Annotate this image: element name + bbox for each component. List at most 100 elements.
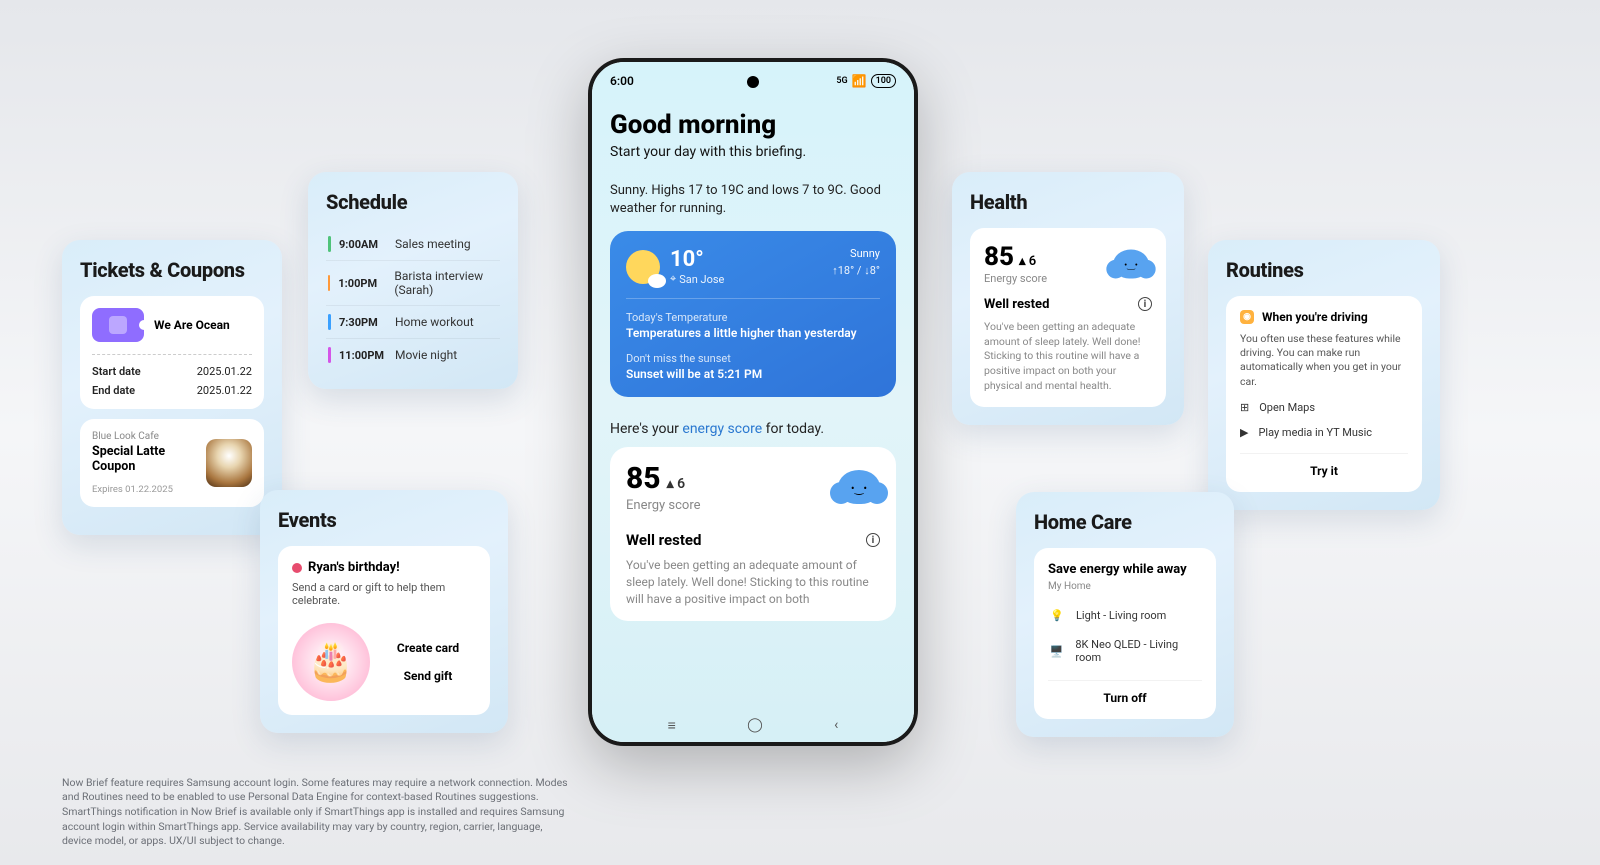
schedule-item[interactable]: 7:30PM Home workout <box>326 306 500 339</box>
homecare-device[interactable]: 💡 Light - Living room <box>1048 606 1202 624</box>
info-icon[interactable]: i <box>1138 297 1152 311</box>
routines-card: Routines ◉ When you're driving You often… <box>1208 240 1440 510</box>
energy-label: Energy score <box>626 498 701 513</box>
create-card-button[interactable]: Create card <box>380 641 476 655</box>
disclaimer-text: Now Brief feature requires Samsung accou… <box>62 776 572 849</box>
routine-name: ◉ When you're driving <box>1240 310 1408 324</box>
health-title: Health <box>970 190 1166 214</box>
phone-frame: 6:00 5G 📶 100 Good morning Start your da… <box>588 58 918 746</box>
schedule-item[interactable]: 11:00PM Movie night <box>326 339 500 371</box>
sunset-value: Sunset will be at 5:21 PM <box>626 367 880 381</box>
energy-link[interactable]: energy score <box>682 421 762 437</box>
turn-off-button[interactable]: Turn off <box>1048 680 1202 705</box>
phone-screen[interactable]: 6:00 5G 📶 100 Good morning Start your da… <box>592 62 914 742</box>
health-well-title: Well rested i <box>984 297 1152 312</box>
greeting-subtitle: Start your day with this briefing. <box>610 144 896 160</box>
nav-home-icon[interactable]: ◯ <box>747 717 763 734</box>
send-gift-button[interactable]: Send gift <box>380 669 476 683</box>
health-desc: You've been getting an adequate amount o… <box>984 320 1152 393</box>
energy-trend: ▴ 6 <box>667 476 686 492</box>
homecare-device[interactable]: 🖥️ 8K Neo QLED - Living room <box>1048 638 1202 664</box>
well-rested-title: Well rested i <box>626 531 880 549</box>
schedule-color-bar <box>328 275 330 291</box>
routines-content: ◉ When you're driving You often use thes… <box>1226 296 1422 492</box>
coupon-name: Special Latte Coupon <box>92 444 206 474</box>
weather-temp: 10° <box>670 247 724 272</box>
well-rested-desc: You've been getting an adequate amount o… <box>626 557 880 607</box>
try-it-button[interactable]: Try it <box>1240 453 1408 478</box>
schedule-label: Sales meeting <box>395 237 471 251</box>
camera-cutout <box>747 76 759 88</box>
homecare-content: Save energy while away My Home 💡 Light -… <box>1034 548 1216 719</box>
energy-intro: Here's your energy score for today. <box>610 421 896 437</box>
battery-pill: 100 <box>871 74 896 88</box>
energy-score: 85 ▴ 6 <box>626 461 701 496</box>
nav-bar: ≡ ◯ ‹ <box>592 717 914 734</box>
routines-title: Routines <box>1226 258 1422 282</box>
health-score: 85 ▴ 6 <box>984 242 1047 272</box>
schedule-item[interactable]: 1:00PM Barista interview (Sarah) <box>326 261 500 306</box>
coupon-expires: Expires 01.22.2025 <box>92 484 206 495</box>
schedule-time: 11:00PM <box>339 349 387 362</box>
ticket-end-row: End date 2025.01.22 <box>92 384 252 397</box>
schedule-label: Barista interview (Sarah) <box>394 269 498 297</box>
homecare-title: Home Care <box>1034 510 1216 534</box>
nav-recents-icon[interactable]: ≡ <box>668 717 676 734</box>
info-icon[interactable]: i <box>866 533 880 547</box>
health-label: Energy score <box>984 272 1047 285</box>
routine-icon: ◉ <box>1240 310 1254 324</box>
tv-icon: 🖥️ <box>1048 642 1065 660</box>
schedule-time: 9:00AM <box>339 238 387 251</box>
ticket-name: We Are Ocean <box>154 318 230 332</box>
weather-card[interactable]: 10° ⌖ San Jose Sunny ↑18° / ↓8° Today's … <box>610 231 896 397</box>
status-time: 6:00 <box>610 74 634 88</box>
event-desc: Send a card or gift to help them celebra… <box>292 581 476 607</box>
energy-card[interactable]: 85 ▴ 6 Energy score •‿• Well rested i Yo… <box>610 447 896 621</box>
network-icon: 5G <box>836 76 847 86</box>
ticket-item[interactable]: We Are Ocean Start date 2025.01.22 End d… <box>80 296 264 409</box>
ticket-start-row: Start date 2025.01.22 <box>92 365 252 378</box>
sunset-label: Don't miss the sunset <box>626 352 880 365</box>
homecare-card: Home Care Save energy while away My Home… <box>1016 492 1234 737</box>
routine-action: ▶ Play media in YT Music <box>1240 426 1408 439</box>
schedule-color-bar <box>328 347 331 363</box>
status-right: 5G 📶 100 <box>836 74 896 88</box>
schedule-item[interactable]: 9:00AM Sales meeting <box>326 228 500 261</box>
events-card: Events Ryan's birthday! Send a card or g… <box>260 490 508 733</box>
routine-action: ⊞ Open Maps <box>1240 401 1408 414</box>
tickets-title: Tickets & Coupons <box>80 258 264 282</box>
location-icon: ⌖ <box>670 272 676 286</box>
schedule-color-bar <box>328 314 331 330</box>
sun-icon <box>626 250 660 284</box>
schedule-color-bar <box>328 236 331 252</box>
health-card: Health 85 ▴ 6 Energy score •‿• Well rest… <box>952 172 1184 425</box>
signal-icon: 📶 <box>852 74 867 88</box>
homecare-myhome: My Home <box>1048 581 1202 592</box>
homecare-sub-title: Save energy while away <box>1048 562 1202 577</box>
routine-desc: You often use these features while drivi… <box>1240 332 1408 389</box>
schedule-title: Schedule <box>326 190 500 214</box>
schedule-label: Home workout <box>395 315 474 329</box>
health-content[interactable]: 85 ▴ 6 Energy score •‿• Well rested i Yo… <box>970 228 1166 407</box>
weather-location: ⌖ San Jose <box>670 272 724 286</box>
weather-hilo: ↑18° / ↓8° <box>832 264 880 277</box>
event-name-row: Ryan's birthday! <box>292 560 476 575</box>
weather-summary: Sunny. Highs 17 to 19C and lows 7 to 9C.… <box>610 182 896 217</box>
nav-back-icon[interactable]: ‹ <box>834 717 838 734</box>
bulb-icon: 💡 <box>1048 606 1066 624</box>
coupon-image <box>206 439 252 487</box>
schedule-card: Schedule 9:00AM Sales meeting 1:00PM Bar… <box>308 172 518 389</box>
today-temp-value: Temperatures a little higher than yester… <box>626 326 880 340</box>
greeting-title: Good morning <box>610 110 896 140</box>
events-title: Events <box>278 508 490 532</box>
play-icon: ▶ <box>1240 426 1248 439</box>
event-dot-icon <box>292 563 302 573</box>
schedule-label: Movie night <box>395 348 457 362</box>
coupon-item[interactable]: Blue Look Cafe Special Latte Coupon Expi… <box>80 419 264 507</box>
ticket-icon <box>92 308 144 342</box>
maps-icon: ⊞ <box>1240 401 1249 414</box>
cake-icon <box>292 623 370 701</box>
schedule-list: 9:00AM Sales meeting 1:00PM Barista inte… <box>326 228 500 371</box>
cloud-icon: •‿• <box>838 470 880 504</box>
schedule-time: 1:00PM <box>338 277 386 290</box>
